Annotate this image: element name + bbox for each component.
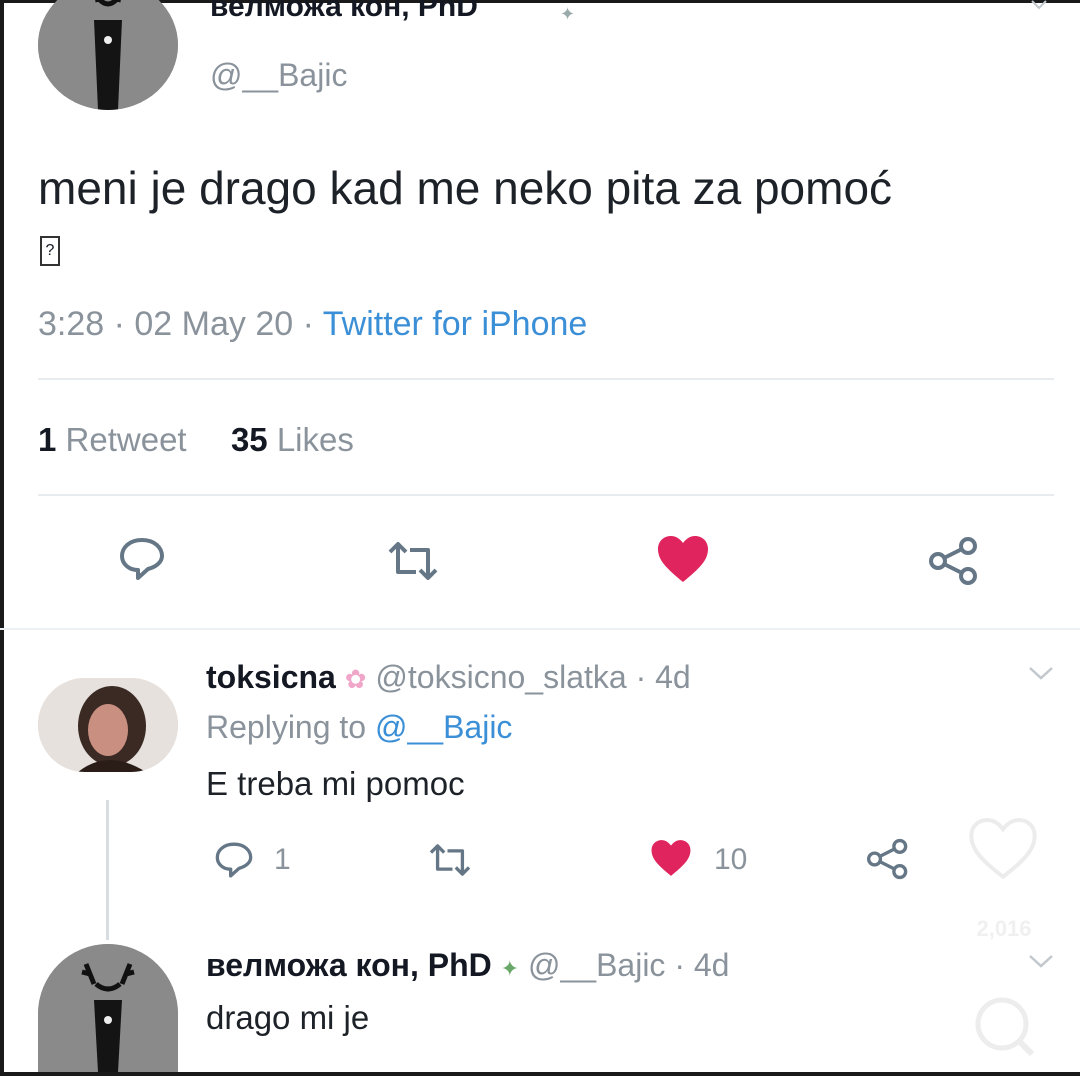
replying-handle-link[interactable]: @__Bajic xyxy=(375,709,512,745)
avatar[interactable] xyxy=(38,678,178,772)
retweet-label[interactable]: Retweet xyxy=(66,421,187,458)
retweet-count[interactable]: 1 xyxy=(38,421,56,458)
handle[interactable]: @__Bajic · 4d xyxy=(528,947,729,983)
display-name[interactable]: велможа кон, PhD xyxy=(210,0,478,24)
overlay-like-count: 2,016 xyxy=(976,916,1032,941)
retweet-icon[interactable] xyxy=(426,842,474,883)
likes-label[interactable]: Likes xyxy=(277,421,354,458)
avatar[interactable] xyxy=(38,0,178,110)
likes-count[interactable]: 35 xyxy=(231,421,268,458)
thread-line xyxy=(106,800,109,940)
reply-header: toksicna ✿ @toksicno_slatka · 4d xyxy=(206,658,691,698)
display-name[interactable]: велможа кон, PhD xyxy=(206,947,492,983)
frame-edge xyxy=(0,1072,1080,1076)
profile-photo xyxy=(38,678,178,772)
reply-text: E treba mi pomoc xyxy=(206,765,465,802)
frame-edge xyxy=(0,0,4,1076)
verified-badge-icon: ✦ xyxy=(560,4,576,24)
reply-icon[interactable] xyxy=(214,840,254,885)
divider xyxy=(38,494,1054,496)
tweet-text: meni je drago kad me neko pita za pomoć xyxy=(38,162,893,214)
handle[interactable]: @__Bajic xyxy=(210,56,347,94)
timestamp-row: 3:28 · 02 May 20 · Twitter for iPhone xyxy=(38,304,587,344)
retweet-icon[interactable] xyxy=(384,540,442,587)
engagement-stats: 1 Retweet 35 Likes xyxy=(38,420,354,460)
overlay-heart-icon[interactable] xyxy=(966,816,1040,887)
share-icon[interactable] xyxy=(928,536,980,591)
chevron-down-icon[interactable] xyxy=(1030,0,1048,19)
deer-silhouette-icon xyxy=(38,944,178,1072)
like-count[interactable]: 10 xyxy=(714,842,747,878)
avatar[interactable] xyxy=(38,944,178,1072)
frame-edge xyxy=(0,0,1080,3)
timestamp: 3:28 · 02 May 20 · xyxy=(38,305,323,343)
divider xyxy=(38,378,1054,380)
chevron-down-icon[interactable] xyxy=(1028,664,1054,687)
emoji-glyph: ? xyxy=(45,242,55,259)
reply-count[interactable]: 1 xyxy=(274,842,291,878)
search-icon[interactable] xyxy=(970,992,1040,1067)
handle[interactable]: @toksicno_slatka · 4d xyxy=(375,659,690,695)
reply-header: велможа кон, PhD ✦ @__Bajic · 4d xyxy=(206,946,729,988)
chevron-down-icon[interactable] xyxy=(1028,952,1054,975)
display-name[interactable]: toksicna xyxy=(206,659,336,695)
flower-badge-icon: ✿ xyxy=(344,664,367,694)
tweet-source-link[interactable]: Twitter for iPhone xyxy=(323,305,588,343)
heart-icon[interactable] xyxy=(656,534,710,589)
emoji-placeholder: ? xyxy=(40,236,60,266)
reply-text: drago mi je xyxy=(206,999,370,1036)
replying-to: Replying to @__Bajic xyxy=(206,708,512,746)
reply-icon[interactable] xyxy=(118,536,166,587)
replying-prefix: Replying to xyxy=(206,709,375,745)
deer-silhouette-icon xyxy=(38,0,178,110)
divider xyxy=(0,628,1080,630)
heart-icon[interactable] xyxy=(650,838,692,883)
share-icon[interactable] xyxy=(866,838,910,885)
verified-badge-icon: ✦ xyxy=(500,956,520,981)
